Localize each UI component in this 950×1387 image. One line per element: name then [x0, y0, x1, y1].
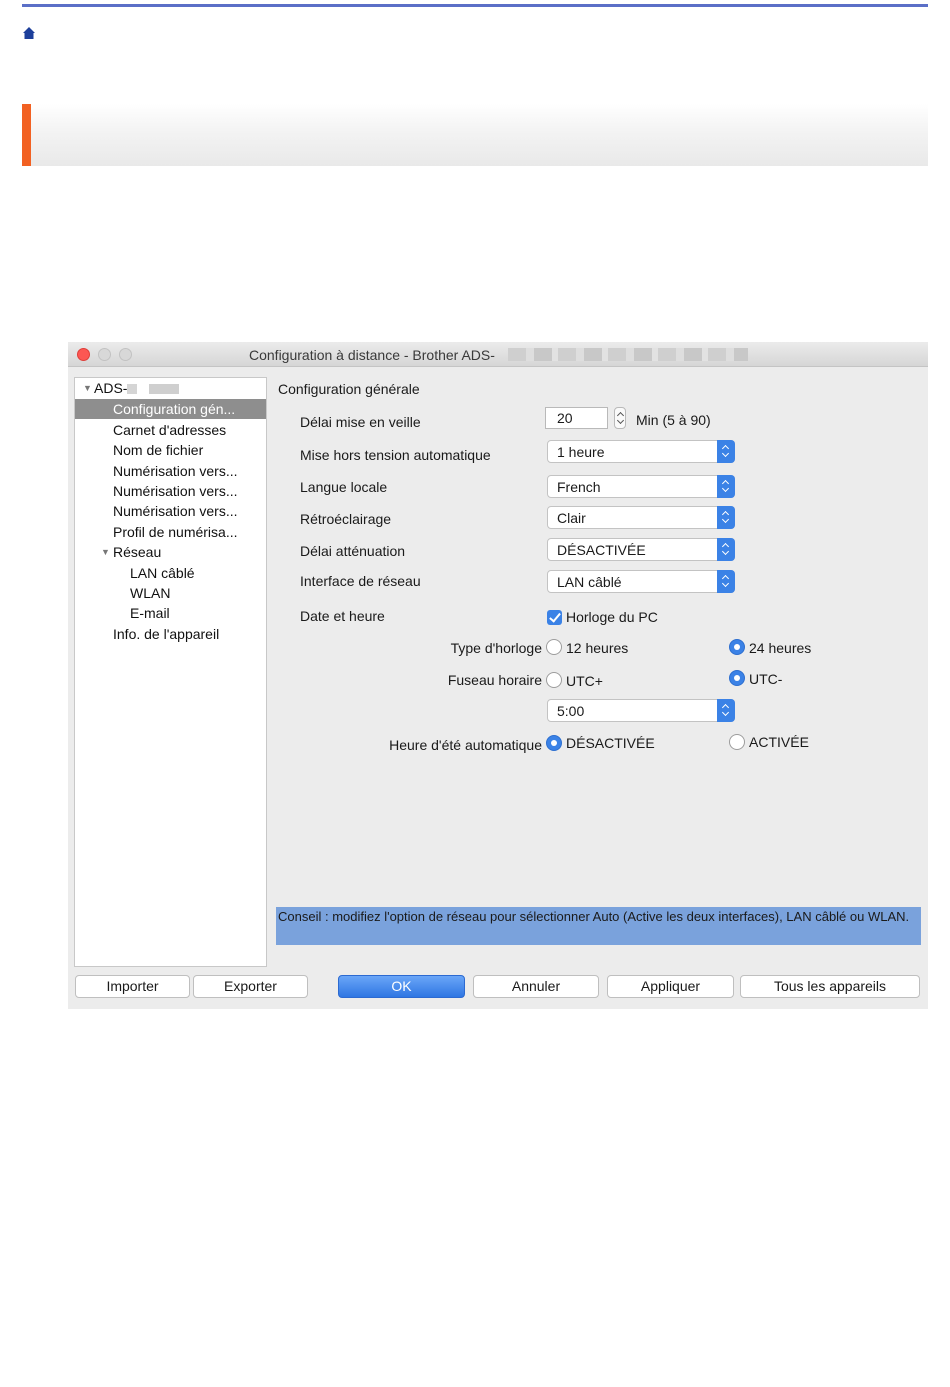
home-icon[interactable] [22, 26, 36, 40]
chevron-updown-icon [717, 440, 735, 463]
language-select[interactable]: French [547, 475, 735, 498]
tree-item-scan-to-3[interactable]: Numérisation vers... [113, 501, 237, 521]
backlight-label: Rétroéclairage [300, 511, 392, 527]
tree-item-email[interactable]: E-mail [130, 603, 170, 623]
utc-minus-label: UTC- [749, 671, 783, 687]
export-button[interactable]: Exporter [193, 975, 308, 998]
zoom-window-button[interactable] [119, 348, 132, 361]
sleep-delay-stepper[interactable] [614, 407, 626, 429]
utc-offset-value: 5:00 [557, 703, 585, 719]
tree-item-scan-to-1[interactable]: Numérisation vers... [113, 461, 237, 481]
dim-timer-label: Délai atténuation [300, 543, 406, 559]
utc-minus-radio[interactable] [729, 670, 745, 686]
ok-button[interactable]: OK [338, 975, 465, 998]
redacted-model-name [508, 348, 748, 361]
tree-item-scan-to-2[interactable]: Numérisation vers... [113, 481, 237, 501]
apply-button[interactable]: Appliquer [607, 975, 734, 998]
tree-item-network[interactable]: Réseau [113, 542, 161, 562]
all-devices-button[interactable]: Tous les appareils [740, 975, 920, 998]
window-title: Configuration à distance - Brother ADS- [249, 347, 495, 363]
utc-offset-select[interactable]: 5:00 [547, 699, 735, 722]
title-accent-bar [22, 104, 31, 166]
network-interface-label: Interface de réseau [300, 573, 421, 589]
close-window-button[interactable] [77, 348, 90, 361]
dst-label: Heure d'été automatique [389, 737, 542, 753]
tree-item-address-book[interactable]: Carnet d'adresses [113, 420, 226, 440]
chevron-updown-icon [717, 506, 735, 529]
tree-item-scan-profile[interactable]: Profil de numérisa... [113, 522, 238, 542]
tree-item-device-info[interactable]: Info. de l'appareil [113, 624, 219, 644]
auto-power-off-value: 1 heure [557, 444, 605, 460]
redacted-device-name [127, 384, 179, 394]
sleep-delay-label: Délai mise en veille [300, 414, 421, 430]
backlight-select[interactable]: Clair [547, 506, 735, 529]
network-interface-select[interactable]: LAN câblé [547, 570, 735, 593]
section-title: Configuration générale [278, 381, 420, 397]
tree-item-file-name[interactable]: Nom de fichier [113, 440, 203, 460]
clock-24h-radio[interactable] [729, 639, 745, 655]
import-button[interactable]: Importer [75, 975, 190, 998]
tree-item-wired-lan[interactable]: LAN câblé [130, 563, 195, 583]
remote-setup-dialog: Configuration à distance - Brother ADS- … [68, 342, 928, 1009]
cancel-button[interactable]: Annuler [473, 975, 599, 998]
page-title-band [22, 104, 928, 166]
clock-12h-label: 12 heures [566, 640, 629, 656]
expand-triangle-icon[interactable]: ▼ [83, 378, 92, 398]
top-rule [22, 4, 928, 7]
time-zone-label: Fuseau horaire [447, 672, 542, 688]
utc-plus-radio[interactable] [546, 672, 562, 688]
chevron-updown-icon [717, 538, 735, 561]
clock-24h-label: 24 heures [749, 640, 812, 656]
clock-12h-radio[interactable] [546, 639, 562, 655]
backlight-value: Clair [557, 510, 586, 526]
dst-off-radio[interactable] [546, 735, 562, 751]
chevron-updown-icon [717, 699, 735, 722]
dst-off-label: DÉSACTIVÉE [566, 735, 655, 751]
expand-triangle-icon[interactable]: ▼ [101, 542, 110, 562]
dst-on-radio[interactable] [729, 734, 745, 750]
language-value: French [557, 479, 601, 495]
pc-clock-checkbox[interactable] [547, 610, 562, 625]
clock-type-label: Type d'horloge [450, 640, 542, 656]
auto-power-off-select[interactable]: 1 heure [547, 440, 735, 463]
settings-tree: ▼ ADS- Configuration gén... Carnet d'adr… [74, 377, 267, 967]
dim-timer-value: DÉSACTIVÉE [557, 542, 646, 558]
minimize-window-button[interactable] [98, 348, 111, 361]
auto-power-off-label: Mise hors tension automatique [300, 447, 491, 463]
dim-timer-select[interactable]: DÉSACTIVÉE [547, 538, 735, 561]
tree-item-general-setup[interactable]: Configuration gén... [75, 399, 266, 419]
utc-plus-label: UTC+ [566, 673, 603, 689]
chevron-updown-icon [717, 570, 735, 593]
language-label: Langue locale [300, 479, 388, 495]
tree-root-device[interactable]: ADS- [94, 378, 127, 398]
dst-on-label: ACTIVÉE [749, 734, 809, 750]
window-titlebar: Configuration à distance - Brother ADS- [68, 342, 928, 367]
tree-item-wlan[interactable]: WLAN [130, 583, 170, 603]
network-interface-value: LAN câblé [557, 574, 622, 590]
sleep-delay-input[interactable]: 20 [545, 407, 608, 429]
date-time-label: Date et heure [300, 608, 385, 624]
chevron-updown-icon [717, 475, 735, 498]
sleep-delay-unit: Min (5 à 90) [636, 412, 711, 428]
tip-message: Conseil : modifiez l'option de réseau po… [276, 907, 921, 945]
pc-clock-label: Horloge du PC [566, 609, 658, 625]
